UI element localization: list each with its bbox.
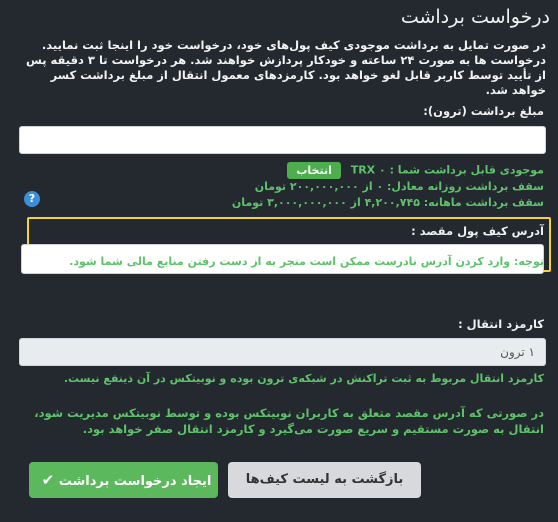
destination-label: آدرس کیف پول مقصد :	[411, 224, 544, 238]
destination-warning: توجه: وارد کردن آدرس نادرست ممکن است منج…	[69, 255, 544, 268]
back-to-wallets-button[interactable]: بازگشت به لیست کیف‌ها	[228, 462, 421, 498]
create-withdraw-label: ایجاد درخواست برداشت	[58, 474, 212, 489]
amount-input[interactable]	[19, 126, 546, 154]
amount-label: مبلغ برداشت (ترون):	[423, 104, 544, 118]
select-balance-button[interactable]: انتخاب	[287, 162, 341, 179]
create-withdraw-button[interactable]: ایجاد درخواست برداشت ✔	[29, 462, 218, 498]
help-icon[interactable]: ?	[24, 191, 40, 207]
page-title: درخواست برداشت	[400, 6, 550, 28]
monthly-limit: سقف برداشت ماهانه: ۴,۲۰۰,۷۴۵ از ۳,۰۰۰,۰۰…	[231, 196, 544, 209]
withdraw-page: درخواست برداشت در صورت تمایل به برداشت م…	[0, 0, 558, 522]
balance-row: موجودی قابل برداشت شما : ۰ TRX انتخاب	[287, 162, 544, 179]
fee-note: کارمزد انتقال مربوط به ثبت تراکنش در شبک…	[63, 372, 544, 385]
daily-limit: سقف برداشت روزانه معادل: ۰ از ۲۰۰,۰۰۰,۰۰…	[254, 180, 544, 193]
check-icon: ✔	[41, 471, 55, 489]
fee-input	[19, 338, 546, 366]
fee-label: کارمزد انتقال :	[458, 317, 544, 331]
internal-transfer-note: در صورتی که آدرس مقصد متعلق به کاربران ن…	[34, 406, 544, 436]
intro-text: در صورت تمایل به برداشت موجودی کیف پول‌ه…	[25, 38, 546, 97]
balance-text: موجودی قابل برداشت شما : ۰ TRX	[350, 163, 544, 177]
